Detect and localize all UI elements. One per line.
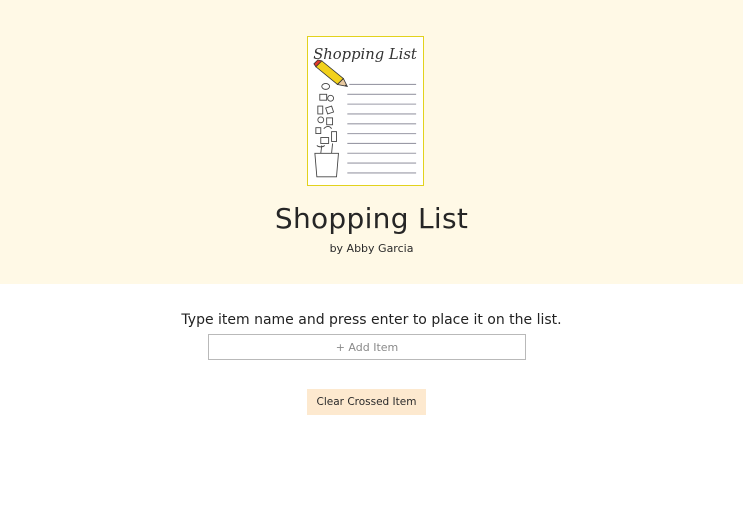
logo-title-text: Shopping List	[313, 46, 417, 63]
instructions-text: Type item name and press enter to place …	[181, 312, 562, 328]
shopping-list-notepad-icon: Shopping List	[313, 46, 417, 178]
pencil-icon	[313, 59, 349, 87]
header-banner: Shopping List Shopping List by Abby Garc…	[0, 0, 743, 284]
add-item-input[interactable]	[208, 334, 526, 360]
page-title: Shopping List	[274, 202, 469, 235]
shopping-list-logo: Shopping List	[307, 36, 424, 186]
author-byline: by Abby Garcia	[329, 242, 414, 255]
clear-crossed-item-button[interactable]: Clear Crossed Item	[307, 389, 426, 415]
